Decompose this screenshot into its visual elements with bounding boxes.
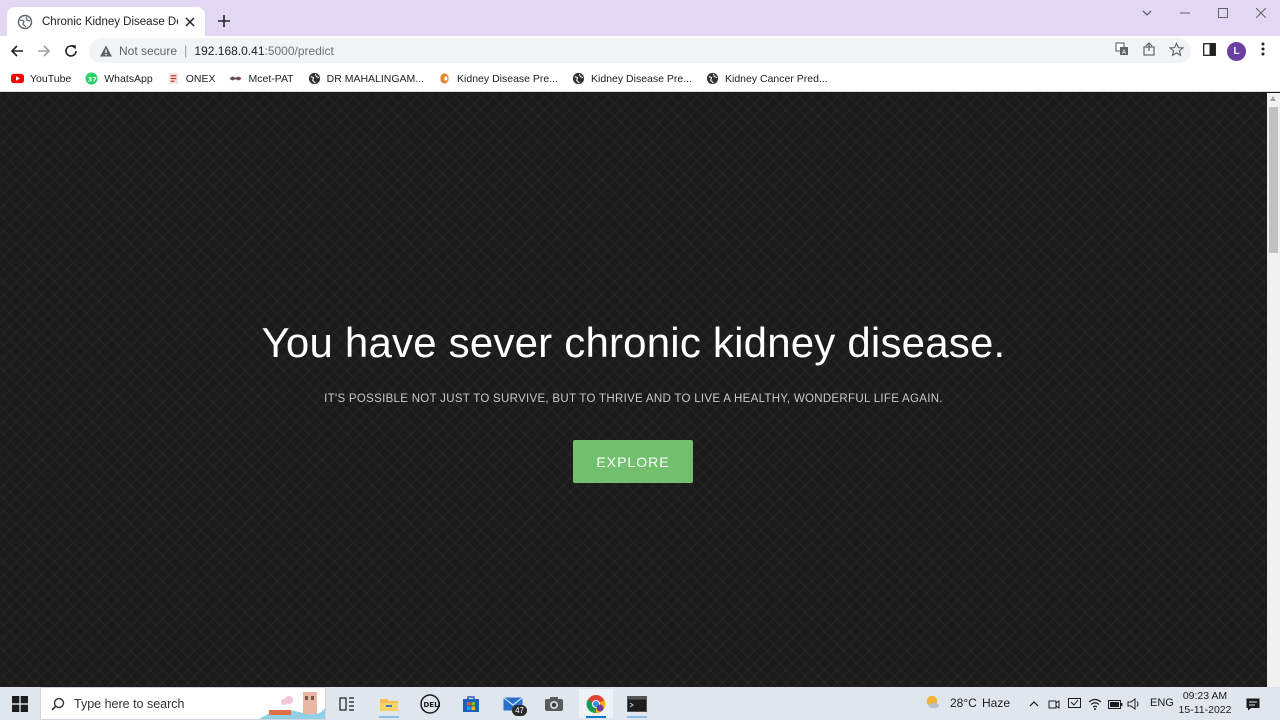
address-separator: |: [184, 43, 188, 58]
explore-button[interactable]: EXPLORE: [573, 440, 693, 483]
start-button[interactable]: [0, 687, 40, 720]
warning-icon: [99, 44, 113, 58]
camera-icon: [545, 696, 563, 711]
chevron-up-icon[interactable]: [1026, 696, 1042, 712]
tab-search-button[interactable]: [1128, 2, 1166, 24]
notification-icon[interactable]: [1245, 696, 1261, 712]
taskbar-chrome[interactable]: [579, 689, 613, 718]
chrome-icon: [586, 694, 606, 713]
meet-icon[interactable]: [1046, 696, 1062, 712]
plus-icon: [218, 15, 230, 27]
page-scrollbar[interactable]: [1267, 93, 1280, 687]
folder-icon: [380, 698, 398, 711]
url-host: 192.168.0.41: [194, 43, 265, 58]
network-adapter-icon[interactable]: [1066, 696, 1082, 712]
bookmarks-bar: YouTube 37 WhatsApp ONEX Mcet-PAT DR MAH…: [0, 66, 1280, 92]
tab-active[interactable]: Chronic Kidney Disease Detection: [7, 7, 205, 36]
url-path: :5000/predict: [264, 43, 334, 58]
translate-icon[interactable]: A: [1113, 40, 1131, 58]
kidney-icon: [440, 73, 449, 84]
arrow-left-icon: [10, 45, 23, 57]
globe-icon: [706, 72, 719, 85]
scrollbar-thumb[interactable]: [1269, 107, 1278, 253]
clock-date: 15-11-2022: [1178, 704, 1232, 716]
search-placeholder: Type here to search: [74, 696, 185, 711]
bookmark-kidney-cancer[interactable]: Kidney Cancer Pred...: [706, 72, 828, 85]
globe-icon: [572, 72, 585, 85]
bookmark-whatsapp[interactable]: 37 WhatsApp: [85, 72, 153, 85]
taskbar-mail[interactable]: 47: [496, 689, 530, 718]
taskbar-dell[interactable]: DELL: [413, 689, 447, 718]
kebab-menu-icon[interactable]: [1254, 40, 1272, 58]
bookmark-star-icon[interactable]: [1167, 40, 1185, 58]
arrow-right-icon: [38, 45, 51, 57]
share-icon[interactable]: [1140, 40, 1158, 58]
bookmark-youtube[interactable]: YouTube: [11, 72, 71, 85]
back-button[interactable]: [6, 40, 28, 62]
forward-button[interactable]: [33, 40, 55, 62]
page-content: You have sever chronic kidney disease. I…: [0, 93, 1267, 687]
bookmark-mcet-pat[interactable]: Mcet-PAT: [229, 72, 294, 85]
svg-text:37: 37: [88, 75, 97, 83]
store-icon: [463, 695, 479, 712]
side-panel-icon[interactable]: [1200, 40, 1218, 58]
result-subtitle: IT'S POSSIBLE NOT JUST TO SURVIVE, BUT T…: [324, 393, 943, 405]
windows-icon: [12, 695, 28, 712]
taskbar-terminal[interactable]: [620, 689, 654, 718]
mcet-icon: [230, 76, 242, 81]
task-view-button[interactable]: [330, 689, 364, 718]
taskbar-camera[interactable]: [537, 689, 571, 718]
input-language[interactable]: ENG: [1150, 697, 1174, 709]
address-bar[interactable]: Not secure | 192.168.0.41 :5000/predict: [89, 38, 1191, 63]
search-highlight-illustration: [259, 692, 325, 719]
taskbar: Type here to search DELL 47 28°C Haze: [0, 687, 1280, 720]
wifi-icon[interactable]: [1087, 696, 1103, 712]
profile-avatar[interactable]: L: [1227, 42, 1246, 61]
tab-close-icon[interactable]: [184, 15, 197, 29]
task-view-icon: [339, 696, 354, 711]
reload-icon: [65, 45, 77, 57]
tab-title: Chronic Kidney Disease Detection: [42, 15, 178, 28]
weather-condition[interactable]: Haze: [982, 696, 1010, 710]
youtube-icon: [11, 73, 24, 84]
weather-icon[interactable]: [924, 694, 940, 710]
svg-text:DELL: DELL: [424, 701, 441, 709]
close-window-button[interactable]: [1242, 2, 1280, 24]
tab-strip: Chronic Kidney Disease Detection: [0, 0, 1280, 36]
scroll-up-icon[interactable]: [1270, 96, 1276, 101]
maximize-button[interactable]: [1204, 2, 1242, 24]
onex-icon: [168, 72, 178, 85]
minimize-icon: [1180, 12, 1190, 14]
dell-icon: DELL: [420, 693, 441, 714]
clock-time: 09:23 AM: [1182, 690, 1228, 702]
volume-icon[interactable]: [1126, 696, 1142, 712]
globe-icon: [17, 14, 33, 30]
taskbar-search-box[interactable]: Type here to search: [40, 687, 326, 720]
terminal-icon: [627, 695, 647, 712]
taskbar-file-explorer[interactable]: [372, 689, 406, 718]
bookmark-kidney-disease-2[interactable]: Kidney Disease Pre...: [572, 72, 692, 85]
security-label[interactable]: Not secure: [119, 44, 177, 58]
browser-toolbar: Not secure | 192.168.0.41 :5000/predict …: [0, 36, 1280, 66]
bookmark-onex[interactable]: ONEX: [167, 72, 215, 85]
maximize-icon: [1218, 8, 1228, 18]
weather-temp[interactable]: 28°C: [950, 696, 977, 710]
battery-icon[interactable]: [1107, 696, 1123, 712]
bookmark-kidney-disease-1[interactable]: Kidney Disease Pre...: [438, 72, 558, 85]
chevron-down-icon: [1142, 10, 1152, 16]
mail-badge: 47: [512, 705, 527, 716]
bookmark-dr-mahalingam[interactable]: DR MAHALINGAM...: [308, 72, 424, 85]
taskbar-store[interactable]: [454, 689, 488, 718]
close-icon: [1256, 8, 1266, 18]
reload-button[interactable]: [60, 40, 82, 62]
minimize-button[interactable]: [1166, 2, 1204, 24]
result-headline: You have sever chronic kidney disease.: [261, 319, 1006, 366]
globe-icon: [308, 72, 320, 85]
whatsapp-icon: 37: [85, 72, 98, 85]
new-tab-button[interactable]: [214, 11, 234, 31]
taskbar-clock[interactable]: 09:23 AM 15-11-2022: [1172, 689, 1238, 717]
search-icon: [51, 697, 65, 711]
